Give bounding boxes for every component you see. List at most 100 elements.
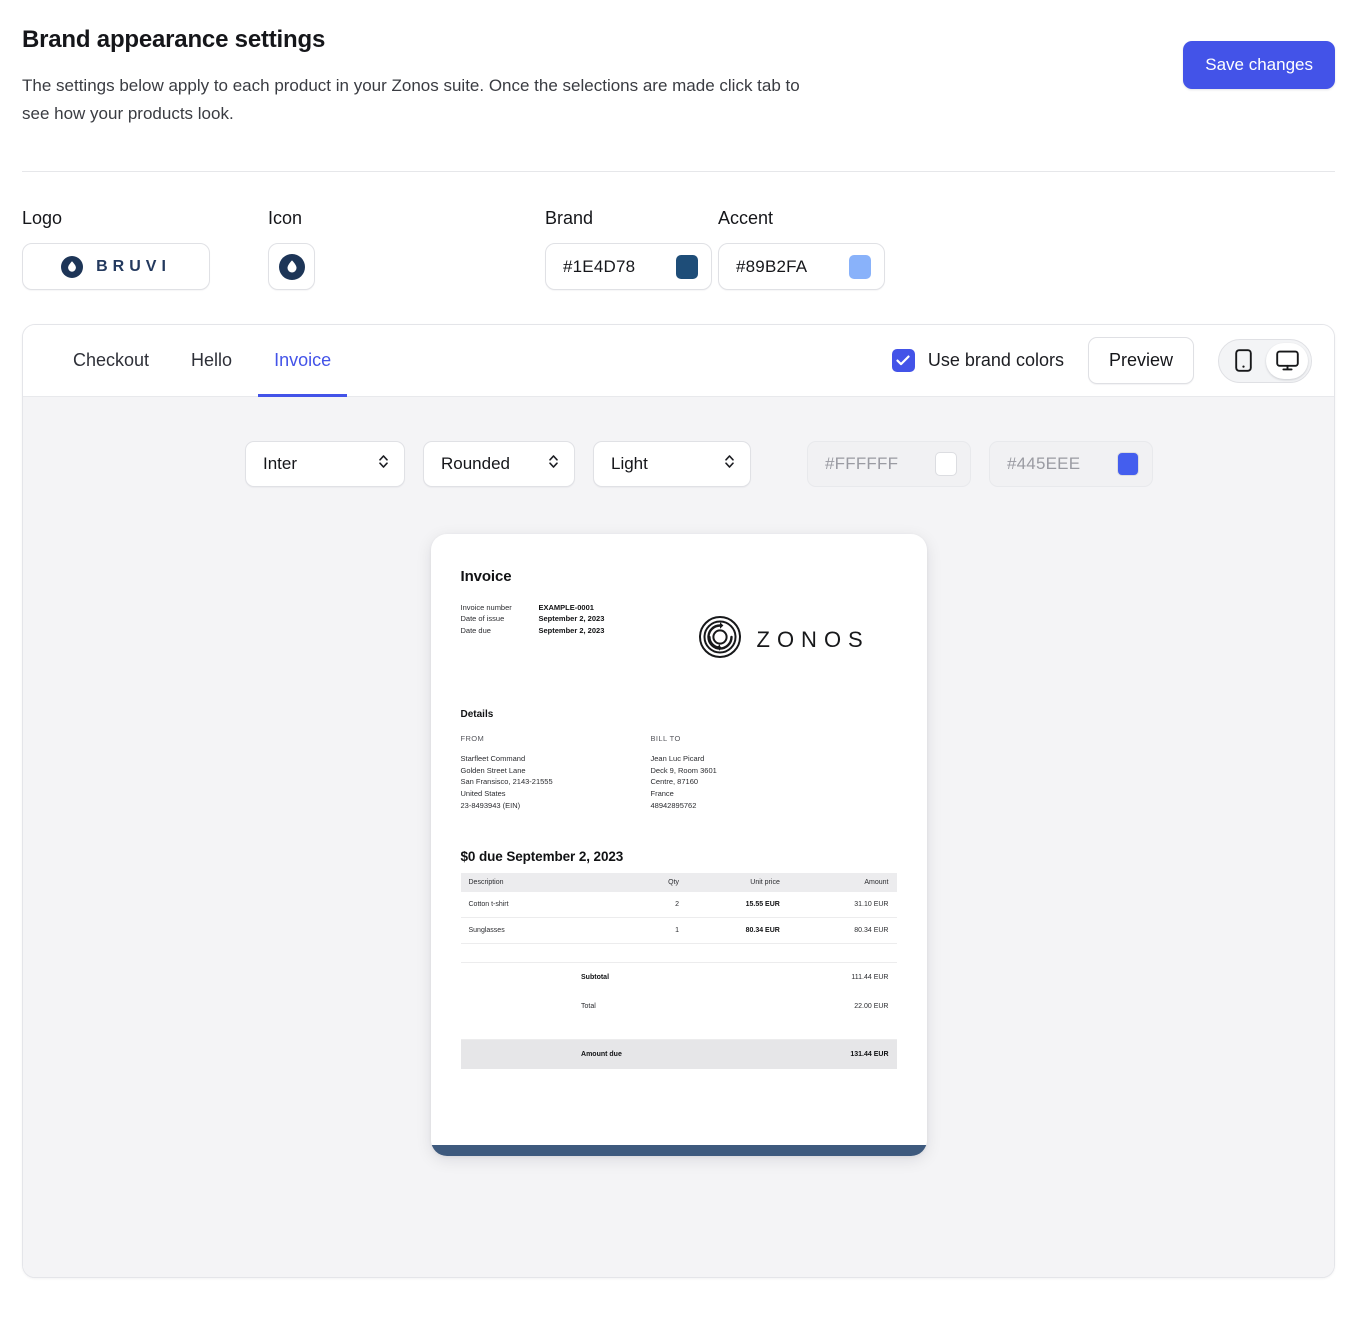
droplet-icon [278,253,305,280]
invoice-brand-footer-bar [430,1145,927,1157]
invoice-meta-list: Invoice number EXAMPLE-0001 Date of issu… [461,602,691,636]
corner-style-select[interactable]: Rounded [423,441,575,488]
icon-preview-box[interactable] [268,243,315,291]
table-header-row: Description Qty Unit price Amount [460,873,897,893]
logo-preview-box[interactable]: BRUVI [22,243,210,291]
header-text-block: Brand appearance settings The settings b… [22,26,822,127]
table-spacer-row [460,943,897,964]
preview-button[interactable]: Preview [1087,337,1194,385]
subtotal-label: Subtotal [581,974,610,982]
tab-invoice[interactable]: Invoice [258,326,348,398]
corner-style-value: Rounded [441,454,511,474]
total-value: 22.00 EUR [854,1003,889,1011]
checkbox-checked-icon[interactable] [891,349,915,373]
invoice-meta-value: September 2, 2023 [538,614,605,624]
zonos-logo: ZONOS [697,614,870,665]
table-row: Cotton t-shirt 2 15.55 EUR 31.10 EUR [460,892,897,919]
cell-amount: 80.34 EUR [787,917,897,945]
invoice-meta-key: Invoice number [460,603,512,613]
invoice-heading: Invoice [460,568,512,586]
tab-hello[interactable]: Hello [175,326,248,397]
brand-appearance-page: Brand appearance settings The settings b… [0,0,1357,1279]
bill-to-line: Deck 9, Room 3601 [650,765,717,775]
column-header-description: Description [460,873,574,893]
invoice-preview-card: Invoice Invoice number EXAMPLE-0001 Date… [430,534,927,1157]
chevron-updown-icon [377,453,390,475]
page-title: Brand appearance settings [22,26,326,53]
background-color-input: #FFFFFF [807,441,971,488]
spacer-cell [461,963,574,993]
spacer-cell [461,992,574,1021]
bill-to-heading: BILL TO [650,734,681,744]
text-color-input: #445EEE [989,441,1153,488]
bill-to-line: 48942895762 [650,800,697,810]
accent-color-value: #89B2FA [736,256,808,276]
column-header-qty: Qty [573,873,688,893]
tabbar-controls: Use brand colors Preview [891,337,1312,385]
use-brand-colors-toggle[interactable]: Use brand colors [891,349,1064,373]
column-header-unit-price: Unit price [687,873,788,893]
preview-tabbar: Checkout Hello Invoice Use brand colors … [23,325,1334,398]
tab-checkout[interactable]: Checkout [57,326,165,397]
cell-amount: 31.10 EUR [787,892,897,919]
background-color-swatch [935,452,957,477]
use-brand-colors-label: Use brand colors [927,350,1064,371]
invoice-bill-to-column: BILL TO Jean Luc Picard Deck 9, Room 360… [651,734,841,811]
spacer-cell [687,1039,788,1070]
total-row: Total 22.00 EUR [461,992,897,1021]
table-row: Sunglasses 1 80.34 EUR 80.34 EUR [460,917,897,945]
text-color-swatch [1117,452,1139,477]
font-select-value: Inter [263,454,298,474]
cell-qty: 1 [573,917,688,945]
amount-due-value: 131.44 EUR [787,1039,897,1070]
brand-color-field: Brand #1E4D78 [545,208,718,291]
bill-to-line: France [650,788,674,798]
style-controls-row: Inter Rounded Light #FFFFFF #445EEE [23,441,1334,488]
zonos-wordmark: ZONOS [756,626,870,652]
spacer-cell [460,1039,574,1070]
accent-color-input[interactable]: #89B2FA [718,243,885,291]
table-spacer-row [460,1021,897,1041]
invoice-details-heading: Details [460,709,494,721]
from-line: 23-8493943 (EIN) [460,800,521,810]
invoice-amount-due-heading: $0 due September 2, 2023 [460,849,624,865]
brand-color-value: #1E4D78 [563,256,636,276]
preview-canvas: Inter Rounded Light #FFFFFF #445EEE Invo… [23,397,1334,1278]
font-select[interactable]: Inter [245,441,405,488]
column-header-amount: Amount [787,873,897,893]
page-header: Brand appearance settings The settings b… [22,26,1335,127]
invoice-meta-key: Date due [460,625,491,635]
icon-field: Icon [268,208,545,291]
brand-color-label: Brand [545,208,594,229]
spacer-cell [687,992,788,1021]
text-color-value: #445EEE [1007,454,1081,474]
invoice-meta-value: September 2, 2023 [538,625,605,635]
page-subtitle: The settings below apply to each product… [22,76,800,123]
brand-color-input[interactable]: #1E4D78 [545,243,712,291]
device-mobile-button[interactable] [1222,343,1264,379]
brand-color-swatch[interactable] [676,254,698,279]
invoice-meta-key: Date of issue [460,614,505,624]
cell-unit-price: 80.34 EUR [687,917,788,945]
invoice-line-items-table: Description Qty Unit price Amount Cotton… [460,873,897,1070]
accent-color-swatch[interactable] [849,254,871,279]
from-line: United States [460,788,506,798]
theme-select[interactable]: Light [593,441,751,488]
total-label: Total [581,1003,596,1011]
device-desktop-button[interactable] [1266,342,1308,379]
save-changes-button[interactable]: Save changes [1183,41,1335,89]
header-divider [22,171,1335,173]
bill-to-line: Jean Luc Picard [650,754,705,764]
logo-wordmark: BRUVI [96,257,171,275]
amount-due-row: Amount due 131.44 EUR [460,1039,897,1070]
droplet-icon [61,255,84,278]
cell-unit-price: 15.55 EUR [687,892,788,919]
invoice-from-column: FROM Starfleet Command Golden Street Lan… [461,734,651,811]
device-toggle-group [1218,338,1312,383]
bill-to-line: Centre, 87160 [650,777,699,787]
from-heading: FROM [460,734,485,744]
invoice-meta-row: Date due September 2, 2023 [461,625,691,636]
logo-field: Logo BRUVI [22,208,268,291]
invoice-table-head: Description Qty Unit price Amount [460,873,897,893]
chevron-updown-icon [547,453,560,475]
